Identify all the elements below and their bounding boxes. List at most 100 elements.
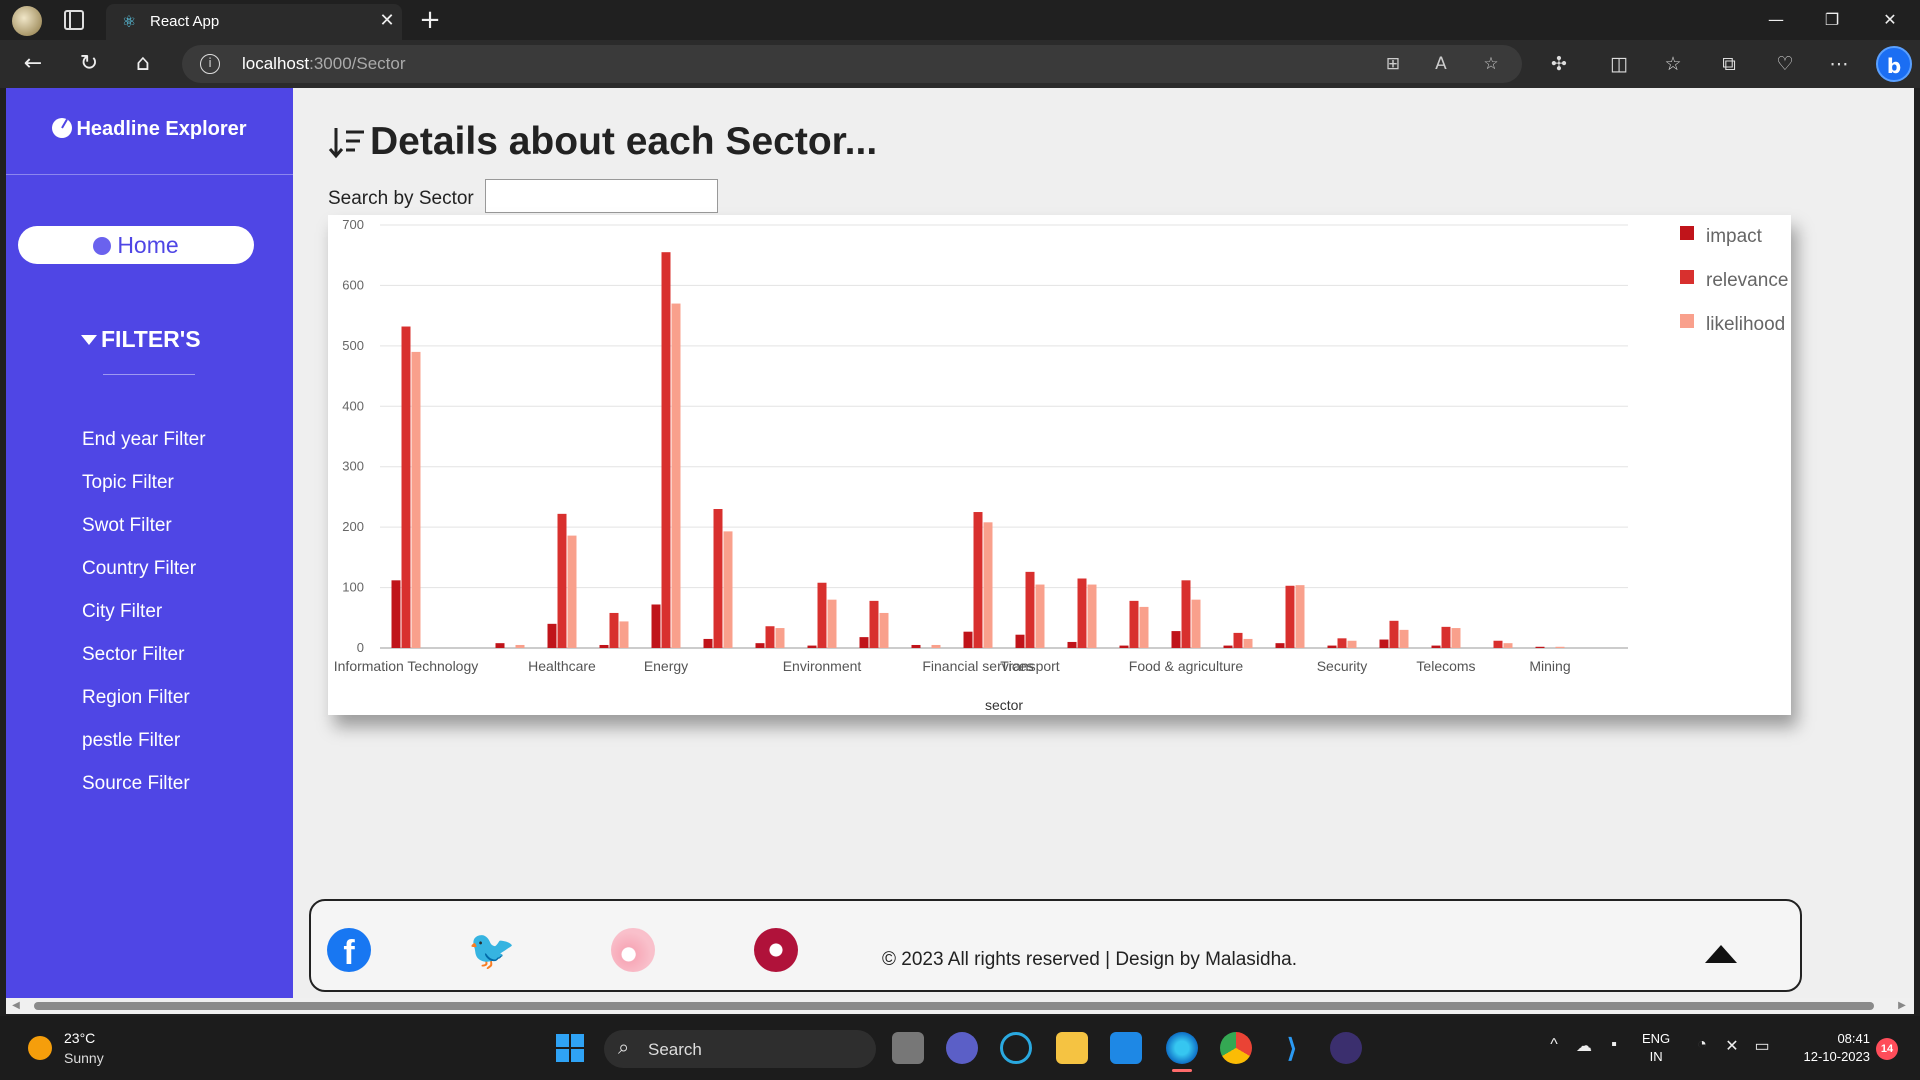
close-window-icon[interactable]: ✕ — [1870, 4, 1910, 36]
clock[interactable]: 08:41 12-10-2023 — [1790, 1030, 1871, 1066]
bar-impact — [1379, 639, 1389, 648]
bar-impact — [547, 623, 557, 648]
scroll-right-icon[interactable]: ▶ — [1896, 999, 1908, 1013]
sidebar-item-swot-filter[interactable]: Swot Filter — [82, 514, 206, 557]
new-tab-icon[interactable]: + — [414, 4, 446, 36]
favorites-icon[interactable]: ☆ — [1658, 50, 1688, 78]
sidebar-item-pestle-filter[interactable]: pestle Filter — [82, 729, 206, 772]
bar-impact — [755, 643, 765, 648]
sidebar-item-topic-filter[interactable]: Topic Filter — [82, 471, 206, 514]
minimize-icon[interactable]: — — [1756, 4, 1796, 36]
bar-likelihood — [1347, 640, 1357, 648]
show-hidden-icons[interactable]: ^ — [1542, 1036, 1566, 1054]
scrollbar-thumb[interactable] — [34, 1002, 1874, 1010]
x-tick-label: Healthcare — [528, 658, 596, 674]
horizontal-scrollbar[interactable]: ◀ ▶ — [6, 998, 1914, 1014]
restore-icon[interactable]: ❐ — [1812, 4, 1852, 36]
home-button[interactable]: Home — [18, 226, 254, 264]
refresh-icon[interactable]: ↻ — [72, 48, 106, 80]
scroll-left-icon[interactable]: ◀ — [10, 999, 22, 1013]
collections-icon[interactable]: ⧉ — [1714, 50, 1744, 78]
bar-likelihood — [775, 628, 785, 648]
sun-icon[interactable] — [28, 1036, 52, 1060]
y-tick-label: 100 — [342, 580, 364, 595]
wifi-icon[interactable]: ◔ — [1690, 1036, 1714, 1054]
taskbar-search[interactable]: ⌕ Search — [604, 1030, 876, 1068]
bar-likelihood — [411, 351, 421, 648]
split-screen-icon[interactable]: ◫ — [1604, 50, 1634, 78]
windows-start-icon[interactable] — [556, 1034, 584, 1062]
bing-copilot-icon[interactable]: b — [1876, 46, 1912, 82]
bar-impact — [1015, 634, 1025, 648]
bar-relevance — [765, 626, 775, 648]
more-options-icon[interactable]: ⋯ — [1824, 50, 1854, 78]
tab-actions-icon[interactable] — [64, 10, 84, 30]
pie-chart-icon — [52, 118, 73, 138]
profile-avatar[interactable] — [12, 6, 42, 36]
y-tick-label: 400 — [342, 398, 364, 413]
close-tab-icon[interactable]: ✕ — [376, 10, 398, 32]
bar-relevance — [609, 612, 619, 648]
edge-taskbar-icon[interactable] — [1166, 1032, 1198, 1072]
scroll-top-icon[interactable] — [1705, 945, 1737, 963]
sidebar-item-region-filter[interactable]: Region Filter — [82, 686, 206, 729]
react-logo-icon: ⚛ — [121, 12, 137, 31]
language-code: ENG — [1642, 1031, 1671, 1046]
vscode-icon[interactable]: ⟩ — [1276, 1032, 1308, 1064]
read-aloud-icon[interactable]: A — [1428, 52, 1454, 76]
x-tick-label: Security — [1317, 658, 1368, 674]
back-icon[interactable]: ← — [16, 48, 50, 80]
bar-impact — [495, 643, 505, 648]
weather-description[interactable]: Sunny — [64, 1050, 104, 1066]
bar-likelihood — [1555, 646, 1565, 648]
sidebar-item-country-filter[interactable]: Country Filter — [82, 557, 206, 600]
sidebar-item-sector-filter[interactable]: Sector Filter — [82, 643, 206, 686]
volume-muted-icon[interactable]: ✕ — [1720, 1036, 1744, 1056]
bar-likelihood — [1243, 638, 1253, 648]
browser-titlebar: ⚛ React App ✕ + — ❐ ✕ — [0, 0, 1920, 40]
onedrive-icon[interactable]: ☁ — [1572, 1036, 1596, 1056]
bar-impact — [703, 638, 713, 648]
sidebar-item-city-filter[interactable]: City Filter — [82, 600, 206, 643]
extensions-icon[interactable]: ✣ — [1544, 50, 1574, 78]
weather-temperature[interactable]: 23°C — [64, 1030, 95, 1046]
bar-likelihood — [1295, 585, 1305, 648]
app-available-icon[interactable]: ⊞ — [1380, 52, 1406, 76]
home-browser-icon[interactable]: ⌂ — [126, 48, 160, 80]
legend-label-impact: impact — [1706, 226, 1763, 247]
sidebar-item-source-filter[interactable]: Source Filter — [82, 772, 206, 815]
filter-list: End year Filter Topic Filter Swot Filter… — [82, 428, 206, 815]
region-code: IN — [1649, 1049, 1663, 1064]
x-tick-label: Mining — [1529, 658, 1570, 674]
brand[interactable]: Headline Explorer — [6, 118, 293, 141]
bar-relevance — [713, 509, 723, 648]
bar-relevance — [1389, 620, 1399, 648]
taskbar: 23°C Sunny ⌕ Search ⟩ ^ ☁ ▪ ENG IN ◔ ✕ ▭… — [0, 1016, 1920, 1080]
language-indicator[interactable]: ENG IN — [1642, 1030, 1670, 1066]
sidebar-item-end-year-filter[interactable]: End year Filter — [82, 428, 206, 471]
site-info-icon[interactable]: i — [200, 54, 220, 74]
notification-badge[interactable]: 14 — [1876, 1038, 1898, 1060]
favorite-star-icon[interactable]: ☆ — [1478, 52, 1504, 76]
chrome-taskbar-icon[interactable] — [1220, 1032, 1252, 1064]
y-tick-label: 200 — [342, 519, 364, 534]
performance-icon[interactable]: ♡ — [1770, 50, 1800, 78]
search-label: Search by Sector — [328, 188, 474, 209]
task-view-icon[interactable] — [892, 1032, 924, 1064]
teams-icon[interactable] — [946, 1032, 978, 1064]
sector-search-input[interactable] — [485, 179, 718, 213]
battery-icon[interactable]: ▭ — [1750, 1036, 1774, 1056]
url-path: :3000/Sector — [309, 54, 406, 73]
home-label: Home — [117, 232, 179, 258]
mail-icon[interactable] — [1110, 1032, 1142, 1064]
bar-likelihood — [983, 522, 993, 648]
footer: f 🐦 © 2023 All rights reserved | Design … — [309, 899, 1802, 992]
app-tray-icon[interactable]: ▪ — [1602, 1036, 1626, 1054]
eclipse-icon[interactable] — [1330, 1032, 1362, 1064]
x-tick-label: Energy — [644, 658, 688, 674]
url-text[interactable]: localhost:3000/Sector — [242, 54, 406, 74]
file-explorer-icon[interactable] — [1056, 1032, 1088, 1064]
browser-tab-react-app[interactable]: ⚛ React App ✕ — [106, 4, 402, 40]
address-bar[interactable]: i localhost:3000/Sector ⊞ A ☆ — [182, 45, 1522, 83]
cortana-icon[interactable] — [1000, 1032, 1032, 1064]
